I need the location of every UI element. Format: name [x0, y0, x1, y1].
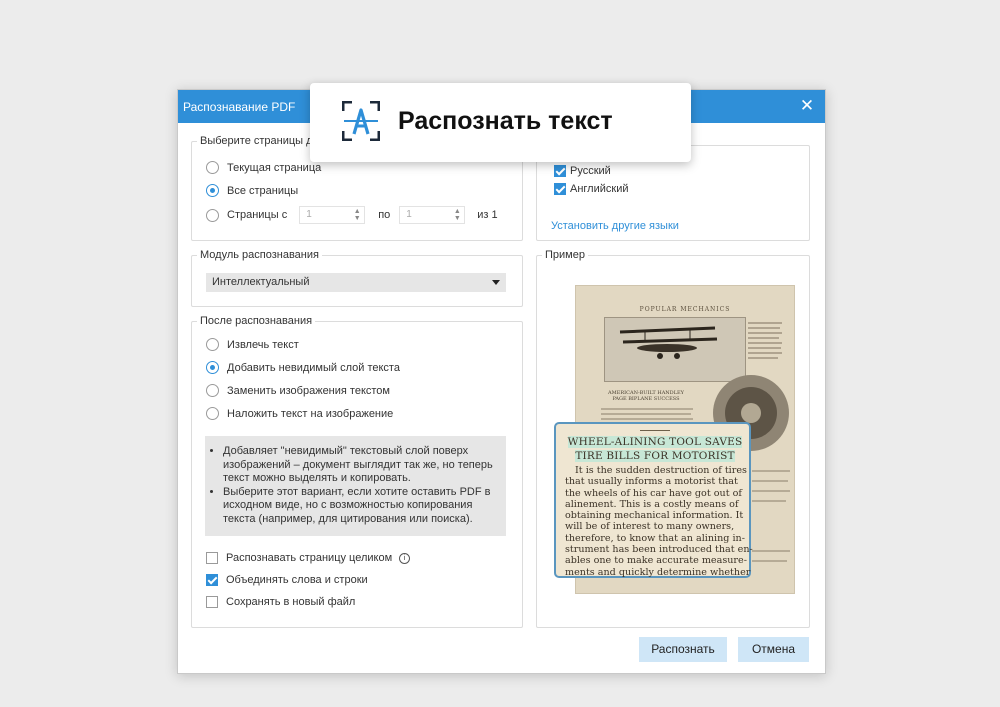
- checkbox-recognize-whole-page[interactable]: Распознавать страницу целиком i: [206, 552, 411, 564]
- radio-page-range-label: Страницы с: [227, 209, 288, 221]
- language-english[interactable]: Английский: [554, 183, 629, 195]
- checkbox-save-new-file[interactable]: Сохранять в новый файл: [206, 596, 355, 608]
- radio-replace-images-label: Заменить изображения текстом: [227, 384, 390, 397]
- preview-lower-text: [752, 461, 792, 581]
- cancel-button[interactable]: Отмена: [738, 637, 809, 662]
- snippet-title-2: TIRE BILLS FOR MOTORIST: [575, 450, 735, 462]
- radio-extract-text[interactable]: Извлечь текст: [206, 338, 299, 351]
- radio-current-page-label: Текущая страница: [227, 161, 322, 174]
- preview-header: POPULAR MECHANICS: [639, 306, 731, 313]
- radio-replace-images[interactable]: Заменить изображения текстом: [206, 384, 390, 397]
- snippet-line: that usually informs a motorist that: [565, 476, 738, 488]
- radio-indicator[interactable]: [206, 384, 219, 397]
- snippet-title-line-2: TIRE BILLS FOR MOTORIST: [565, 450, 745, 462]
- snippet-rule: [640, 430, 670, 431]
- snippet-line: obtaining mechanical information. It: [565, 510, 744, 522]
- feature-callout: Распознать текст: [310, 83, 691, 162]
- radio-all-pages[interactable]: Все страницы: [206, 184, 298, 197]
- dialog-title: Распознавание PDF: [183, 100, 296, 114]
- checkbox[interactable]: [554, 165, 566, 177]
- range-to-label: по: [378, 209, 391, 221]
- range-to-stepper[interactable]: 1 ▲ ▼: [399, 206, 466, 224]
- callout-label: Распознать текст: [398, 107, 613, 135]
- snippet-line: will be of interest to many owners,: [565, 521, 735, 533]
- radio-overlay-text-label: Наложить текст на изображение: [227, 407, 394, 420]
- option-description: Добавляет "невидимый" текстовый слой пов…: [205, 436, 506, 536]
- checkbox-merge-words[interactable]: Объединять слова и строки: [206, 574, 368, 586]
- install-languages-link[interactable]: Установить другие языки: [551, 220, 679, 232]
- engine-legend: Модуль распознавания: [200, 249, 319, 261]
- pages-legend: Выберите страницы дл: [200, 135, 319, 147]
- description-item: Добавляет "невидимый" текстовый слой пов…: [223, 445, 498, 486]
- after-legend: После распознавания: [200, 315, 313, 327]
- checkbox[interactable]: [554, 183, 566, 195]
- recognize-button[interactable]: Распознать: [639, 637, 727, 662]
- snippet-line: It is the sudden destruction of tires: [575, 465, 747, 476]
- radio-page-range[interactable]: Страницы с 1 ▲ ▼ по 1 ▲ ▼ из 1: [206, 206, 498, 224]
- range-of-label: из 1: [477, 209, 498, 221]
- radio-indicator[interactable]: [206, 407, 219, 420]
- snippet-body: It is the sudden destruction of tires th…: [565, 465, 753, 578]
- snippet-line: the wheels of his car have got out of: [565, 487, 742, 499]
- snippet-line: strument has been introduced that en-: [565, 544, 753, 556]
- radio-indicator[interactable]: [206, 184, 219, 197]
- radio-extract-text-label: Извлечь текст: [227, 338, 299, 351]
- radio-overlay-text[interactable]: Наложить текст на изображение: [206, 407, 393, 420]
- text-lines-drawing: [752, 470, 790, 562]
- radio-invisible-layer[interactable]: Добавить невидимый слой текста: [206, 361, 400, 374]
- snippet-line: therefore, to know that an alining in-: [565, 532, 745, 544]
- merge-words-label: Объединять слова и строки: [226, 574, 368, 586]
- snippet-title-line-1: WHEEL-ALINING TOOL SAVES: [565, 436, 745, 448]
- snippet-line: ables one to make accurate measure-: [565, 555, 747, 567]
- engine-select-value: Интеллектуальный: [212, 276, 310, 288]
- stepper-arrows-icon[interactable]: ▲ ▼: [353, 208, 361, 222]
- radio-invisible-layer-label: Добавить невидимый слой текста: [227, 361, 400, 374]
- photo-caption: AMERICAN-BUILT HANDLEY PAGE BIPLANE SUCC…: [608, 390, 684, 402]
- language-russian-label: Русский: [570, 165, 611, 177]
- info-icon[interactable]: i: [399, 552, 411, 564]
- checkbox[interactable]: [206, 596, 218, 608]
- range-from-value: 1: [306, 209, 312, 220]
- range-to-value: 1: [406, 209, 412, 220]
- radio-indicator[interactable]: [206, 161, 219, 174]
- checkbox[interactable]: [206, 574, 218, 586]
- engine-select[interactable]: Интеллектуальный: [206, 273, 506, 292]
- radio-indicator[interactable]: [206, 361, 219, 374]
- range-from-stepper[interactable]: 1 ▲ ▼: [299, 206, 366, 224]
- recognized-text-snippet: WHEEL-ALINING TOOL SAVES TIRE BILLS FOR …: [554, 422, 753, 578]
- snippet-title-1: WHEEL-ALINING TOOL SAVES: [567, 436, 743, 448]
- text-recognition-icon: [342, 101, 380, 141]
- preview-legend: Пример: [545, 249, 585, 261]
- save-new-file-label: Сохранять в новый файл: [226, 596, 356, 608]
- radio-current-page[interactable]: Текущая страница: [206, 161, 321, 174]
- snippet-line: ments and quickly determine whether: [565, 566, 751, 578]
- description-item: Выберите этот вариант, если хотите остав…: [223, 486, 498, 527]
- chevron-down-icon[interactable]: [492, 280, 500, 285]
- radio-all-pages-label: Все страницы: [227, 184, 299, 197]
- recognize-whole-page-label: Распознавать страницу целиком: [226, 552, 393, 564]
- close-icon[interactable]: ✕: [797, 96, 817, 116]
- radio-indicator[interactable]: [206, 208, 219, 222]
- stepper-arrows-icon[interactable]: ▲ ▼: [453, 208, 461, 222]
- checkbox[interactable]: [206, 552, 218, 564]
- snippet-line: alinement. This is a costly means of: [565, 498, 739, 510]
- language-russian[interactable]: Русский: [554, 165, 611, 177]
- language-english-label: Английский: [570, 183, 629, 195]
- radio-indicator[interactable]: [206, 338, 219, 351]
